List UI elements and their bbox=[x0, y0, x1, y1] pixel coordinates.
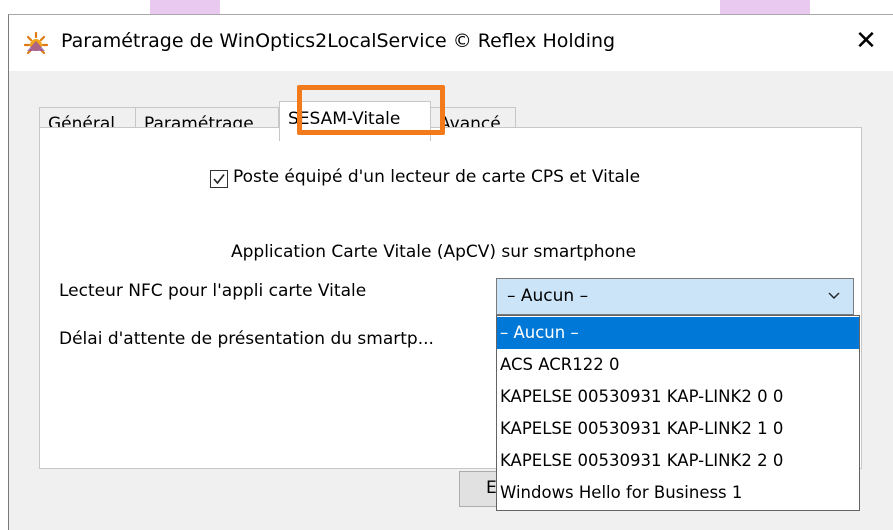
close-icon[interactable]: ✕ bbox=[848, 25, 884, 59]
chevron-down-icon bbox=[828, 292, 840, 299]
checkmark-icon bbox=[213, 174, 225, 185]
nfc-reader-label: Lecteur NFC pour l'appli carte Vitale bbox=[59, 281, 367, 301]
smartphone-delay-label: Délai d'attente de présentation du smart… bbox=[59, 329, 434, 349]
nfc-reader-selected-value: – Aucun – bbox=[507, 286, 589, 306]
dropdown-option-kapelse-1[interactable]: KAPELSE 00530931 KAP-LINK2 1 0 bbox=[497, 413, 859, 445]
dropdown-option-acs[interactable]: ACS ACR122 0 bbox=[497, 349, 859, 381]
window-title: Paramétrage de WinOptics2LocalService © … bbox=[61, 30, 616, 52]
cps-vitale-checkbox-label[interactable]: Poste équipé d'un lecteur de carte CPS e… bbox=[233, 167, 640, 187]
dropdown-option-kapelse-2[interactable]: KAPELSE 00530931 KAP-LINK2 2 0 bbox=[497, 445, 859, 477]
dialog-window: Paramétrage de WinOptics2LocalService © … bbox=[8, 14, 893, 530]
apcv-heading: Application Carte Vitale (ApCV) sur smar… bbox=[231, 242, 637, 262]
dropdown-option-windows-hello[interactable]: Windows Hello for Business 1 bbox=[497, 477, 859, 509]
tab-highlight-box bbox=[297, 85, 445, 135]
app-sun-icon bbox=[23, 31, 49, 55]
nfc-reader-select[interactable]: – Aucun – bbox=[496, 278, 854, 315]
title-bar: Paramétrage de WinOptics2LocalService © … bbox=[9, 15, 893, 71]
cps-vitale-checkbox[interactable] bbox=[210, 170, 228, 188]
dropdown-option-kapelse-0[interactable]: KAPELSE 00530931 KAP-LINK2 0 0 bbox=[497, 381, 859, 413]
dropdown-option-aucun[interactable]: – Aucun – bbox=[497, 317, 859, 349]
nfc-reader-dropdown-list: – Aucun – ACS ACR122 0 KAPELSE 00530931 … bbox=[496, 315, 860, 511]
